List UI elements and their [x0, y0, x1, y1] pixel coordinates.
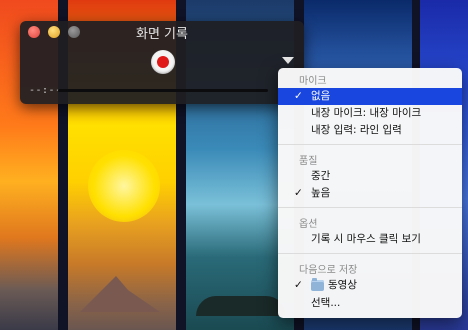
menu-item-label: 내장 입력: 라인 입력 — [311, 124, 402, 136]
menu-item-quality-medium[interactable]: 중간 — [278, 168, 462, 185]
menu-item-show-mouse-clicks[interactable]: 기록 시 마우스 클릭 보기 — [278, 231, 462, 248]
check-icon: ✓ — [294, 279, 303, 291]
section-header-microphone: 마이크 — [299, 76, 327, 87]
menu-separator — [278, 144, 462, 145]
section-header-quality: 품질 — [299, 156, 318, 167]
wallpaper-island — [196, 296, 286, 316]
elapsed-time: --:-- — [29, 85, 62, 96]
menu-item-label: 기록 시 마우스 클릭 보기 — [311, 233, 421, 245]
menu-item-mic-builtin[interactable]: 내장 마이크: 내장 마이크 — [278, 105, 462, 122]
menu-item-label: 중간 — [311, 170, 331, 182]
menu-item-quality-high[interactable]: ✓ 높음 — [278, 185, 462, 202]
section-header-options: 옵션 — [299, 219, 318, 230]
menu-separator — [278, 207, 462, 208]
check-icon: ✓ — [294, 187, 303, 199]
menu-item-mic-line-input[interactable]: 내장 입력: 라인 입력 — [278, 122, 462, 139]
screen-recording-window: 화면 기록 --:-- — [20, 21, 304, 104]
record-button[interactable] — [151, 50, 175, 74]
wallpaper-sun — [88, 150, 160, 222]
menu-item-label: 없음 — [311, 90, 331, 102]
options-dropdown-arrow-icon[interactable] — [282, 57, 294, 64]
menu-item-label: 높음 — [311, 187, 331, 199]
folder-icon — [311, 278, 324, 291]
menu-separator — [278, 253, 462, 254]
check-icon: ✓ — [294, 90, 303, 102]
menu-item-label: 내장 마이크: 내장 마이크 — [311, 107, 422, 119]
menu-item-mic-none[interactable]: ✓ 없음 — [278, 88, 462, 105]
section-header-save-to: 다음으로 저장 — [299, 265, 358, 276]
options-menu: 마이크 ✓ 없음 내장 마이크: 내장 마이크 내장 입력: 라인 입력 품질 … — [278, 68, 462, 318]
recording-progress-track — [58, 89, 268, 92]
menu-item-save-movies[interactable]: ✓ 동영상 — [278, 277, 462, 294]
menu-item-choose-location[interactable]: 선택... — [278, 295, 462, 312]
menu-item-label: 동영상 — [328, 279, 357, 291]
menu-item-label: 선택... — [311, 297, 341, 309]
window-title: 화면 기록 — [136, 27, 188, 42]
